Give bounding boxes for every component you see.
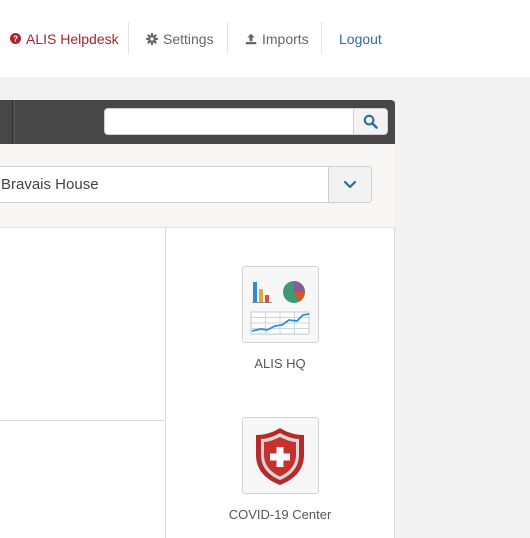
header-tab[interactable] (0, 100, 13, 144)
question-circle-icon: ? (10, 33, 21, 44)
settings-label: Settings (163, 30, 214, 47)
nav-divider (227, 22, 228, 54)
analytics-dashboard-icon[interactable] (241, 266, 319, 343)
imports-link[interactable]: Imports (245, 0, 309, 77)
community-select-toggle[interactable] (328, 167, 371, 202)
content-divider (0, 420, 165, 421)
search-icon (363, 114, 378, 129)
main-panel: Bravais House ALIS HQ COVID-19 Center (0, 100, 395, 538)
search-input[interactable] (104, 108, 354, 135)
upload-icon (245, 33, 257, 44)
app-label[interactable]: COVID-19 Center (210, 507, 350, 522)
settings-link[interactable]: Settings (146, 0, 214, 77)
helpdesk-label: ALIS Helpdesk (26, 30, 119, 47)
app-label[interactable]: ALIS HQ (210, 356, 350, 371)
content-divider (165, 228, 166, 538)
app-tile-covid-center[interactable]: COVID-19 Center (210, 417, 350, 522)
helpdesk-link[interactable]: ? ALIS Helpdesk (10, 0, 119, 77)
app-tile-alis-hq[interactable]: ALIS HQ (210, 266, 350, 371)
community-select[interactable]: Bravais House (0, 166, 372, 203)
gear-icon (146, 32, 158, 45)
search-button[interactable] (353, 108, 388, 135)
community-select-area: Bravais House (0, 144, 395, 228)
medical-shield-icon[interactable] (241, 417, 319, 494)
svg-text:?: ? (13, 35, 18, 44)
panel-header (0, 100, 395, 144)
chevron-down-icon (343, 180, 357, 188)
nav-divider (128, 22, 129, 54)
community-select-value: Bravais House (1, 176, 99, 193)
top-navigation: ? ALIS Helpdesk Settings Imports Logout (0, 0, 530, 77)
nav-divider (321, 22, 322, 54)
logout-link[interactable]: Logout (339, 0, 382, 77)
imports-label: Imports (262, 30, 309, 47)
header-divider (14, 100, 15, 144)
